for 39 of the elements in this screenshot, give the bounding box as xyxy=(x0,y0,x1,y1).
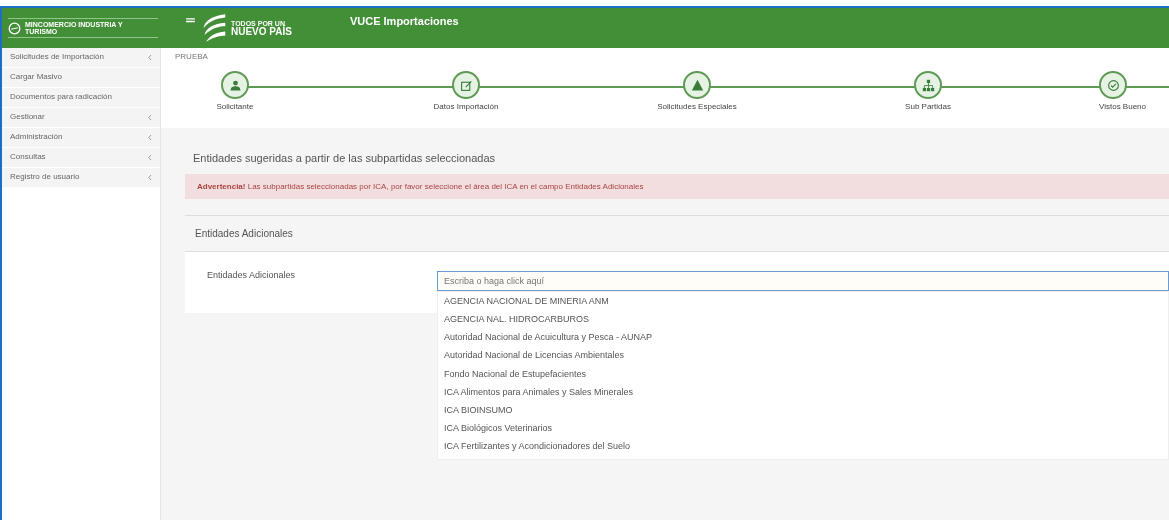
dropdown-option[interactable]: AGENCIA NACIONAL DE MINERIA ANM xyxy=(438,292,1168,311)
edit-icon xyxy=(459,78,473,92)
step-label: Sub Partidas xyxy=(905,102,951,111)
sidebar-item[interactable]: Registro de usuario xyxy=(2,168,160,188)
sidebar-item[interactable]: Consultas xyxy=(2,148,160,168)
step-circle[interactable] xyxy=(914,71,942,99)
check-icon xyxy=(1106,78,1120,92)
section-title: Entidades sugeridas a partir de las subpartidas seleccionadas xyxy=(193,152,497,164)
dropdown-option[interactable]: Autoridad Nacional de Acuicultura y Pesca - AUNAP xyxy=(438,328,1168,347)
step-circle[interactable] xyxy=(221,71,249,99)
step-label: Solicitante xyxy=(216,102,254,111)
panel-header: Entidades Adicionales xyxy=(185,216,1169,252)
warning-alert: Advertencia! Las subpartidas seleccionadas por ICA, por favor seleccione el área del ICA en el campo Entidades Adicionales xyxy=(185,174,1169,199)
dropdown-option[interactable]: Autoridad Nacional de Licencias Ambientales xyxy=(438,346,1168,365)
step-label: Solicitudes Especiales xyxy=(657,102,737,111)
app-title: VUCE Importaciones xyxy=(349,15,459,27)
dropdown-option[interactable]: ICA Biológicos Veterinarios xyxy=(438,419,1168,438)
sidebar-item[interactable]: Gestionar xyxy=(2,108,160,128)
dropdown-option[interactable]: Fondo Nacional de Estupefacientes xyxy=(438,364,1168,383)
step-circle[interactable] xyxy=(683,71,711,99)
sidebar-item[interactable]: Administración xyxy=(2,128,160,148)
field-label: Entidades Adicionales xyxy=(207,270,297,282)
user-icon xyxy=(228,78,242,92)
sidebar-item[interactable]: Cargar Masivo xyxy=(2,68,160,88)
menu-icon[interactable] xyxy=(186,18,195,25)
dropdown-option[interactable]: ICA BIOINSUMO xyxy=(438,400,1168,419)
search-field[interactable]: Escriba o haga click aquí xyxy=(437,271,1169,291)
dropdown-option[interactable]: ICA Fertilizantes y Acondicionadores del Suelo xyxy=(438,437,1168,456)
step-circle[interactable] xyxy=(452,71,480,99)
breadcrumb: PRUEBA xyxy=(175,52,209,61)
sidebar-item[interactable]: Solicitudes de Importación xyxy=(2,48,160,68)
sitemap-icon xyxy=(921,78,935,92)
step-label: Vistos Bueno xyxy=(1099,102,1146,111)
warning-icon xyxy=(690,78,704,92)
step-label: Datos Importación xyxy=(433,102,499,111)
sidebar-item[interactable]: Documentos para radicación xyxy=(2,88,160,108)
dropdown-option[interactable]: ICA Alimentos para Animales y Sales Minerales xyxy=(438,382,1168,401)
dropdown-option[interactable]: AGENCIA NAL. HIDROCARBUROS xyxy=(438,310,1168,329)
step-circle[interactable] xyxy=(1099,71,1127,99)
